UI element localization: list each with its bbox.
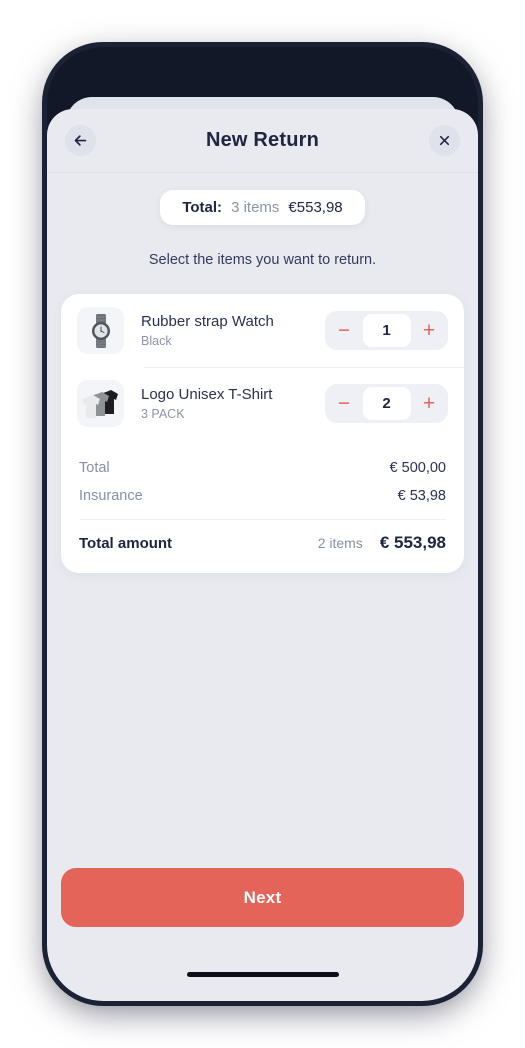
total-pill-amount: €553,98 xyxy=(288,199,343,216)
item-variant: Black xyxy=(141,334,172,348)
item-title: Logo Unisex T-Shirt xyxy=(141,386,273,403)
close-icon xyxy=(438,134,451,147)
summary-row-total: Total € 500,00 xyxy=(79,454,446,482)
summary-value: € 500,00 xyxy=(389,460,446,476)
summary-value: € 53,98 xyxy=(397,488,446,504)
total-summary-pill: Total: 3 items €553,98 xyxy=(160,190,365,225)
watch-thumbnail xyxy=(77,307,124,354)
page-title: New Return xyxy=(205,129,320,151)
item-title: Rubber strap Watch xyxy=(141,313,274,330)
item-info: Logo Unisex T-Shirt 3 PACK xyxy=(124,386,325,421)
next-button[interactable]: Next xyxy=(61,868,464,927)
quantity-stepper: − 1 + xyxy=(325,311,448,350)
home-indicator xyxy=(186,972,339,977)
item-variant: 3 PACK xyxy=(141,407,185,421)
summary-divider xyxy=(79,519,446,520)
quantity-value[interactable]: 1 xyxy=(362,314,411,347)
quantity-stepper: − 2 + xyxy=(325,384,448,423)
app-screen: New Return Total: 3 items €553,98 Select… xyxy=(47,109,478,1001)
decrease-quantity-button[interactable]: − xyxy=(329,316,359,346)
order-summary: Total € 500,00 Insurance € 53,98 Total a… xyxy=(61,440,464,573)
increase-quantity-button[interactable]: + xyxy=(414,316,444,346)
total-pill-container: Total: 3 items €553,98 xyxy=(47,190,478,225)
phone-device-frame: New Return Total: 3 items €553,98 Select… xyxy=(47,47,478,1001)
total-amount-item-count: 2 items xyxy=(317,535,363,551)
total-amount-value: € 553,98 xyxy=(379,533,446,552)
quantity-value[interactable]: 2 xyxy=(362,387,411,420)
total-pill-item-count: 3 items xyxy=(231,199,280,216)
arrow-left-icon xyxy=(73,133,88,148)
increase-quantity-button[interactable]: + xyxy=(414,389,444,419)
total-pill-label: Total: xyxy=(182,199,223,216)
instruction-text: Select the items you want to return. xyxy=(148,252,377,268)
total-amount-row: Total amount 2 items € 553,98 xyxy=(79,524,446,567)
decrease-quantity-button[interactable]: − xyxy=(329,389,359,419)
back-button[interactable] xyxy=(65,125,96,156)
item-info: Rubber strap Watch Black xyxy=(124,313,325,348)
tshirt-thumbnail xyxy=(77,380,124,427)
app-header: New Return xyxy=(47,109,478,173)
return-items-card: Rubber strap Watch Black − 1 + Logo Unis… xyxy=(61,294,464,573)
total-amount-label: Total amount xyxy=(79,535,173,552)
table-row[interactable]: Rubber strap Watch Black − 1 + xyxy=(61,294,464,367)
summary-row-insurance: Insurance € 53,98 xyxy=(79,482,446,510)
close-button[interactable] xyxy=(429,125,460,156)
summary-label: Total xyxy=(79,460,110,476)
table-row[interactable]: Logo Unisex T-Shirt 3 PACK − 2 + xyxy=(61,367,464,440)
summary-label: Insurance xyxy=(79,488,143,504)
